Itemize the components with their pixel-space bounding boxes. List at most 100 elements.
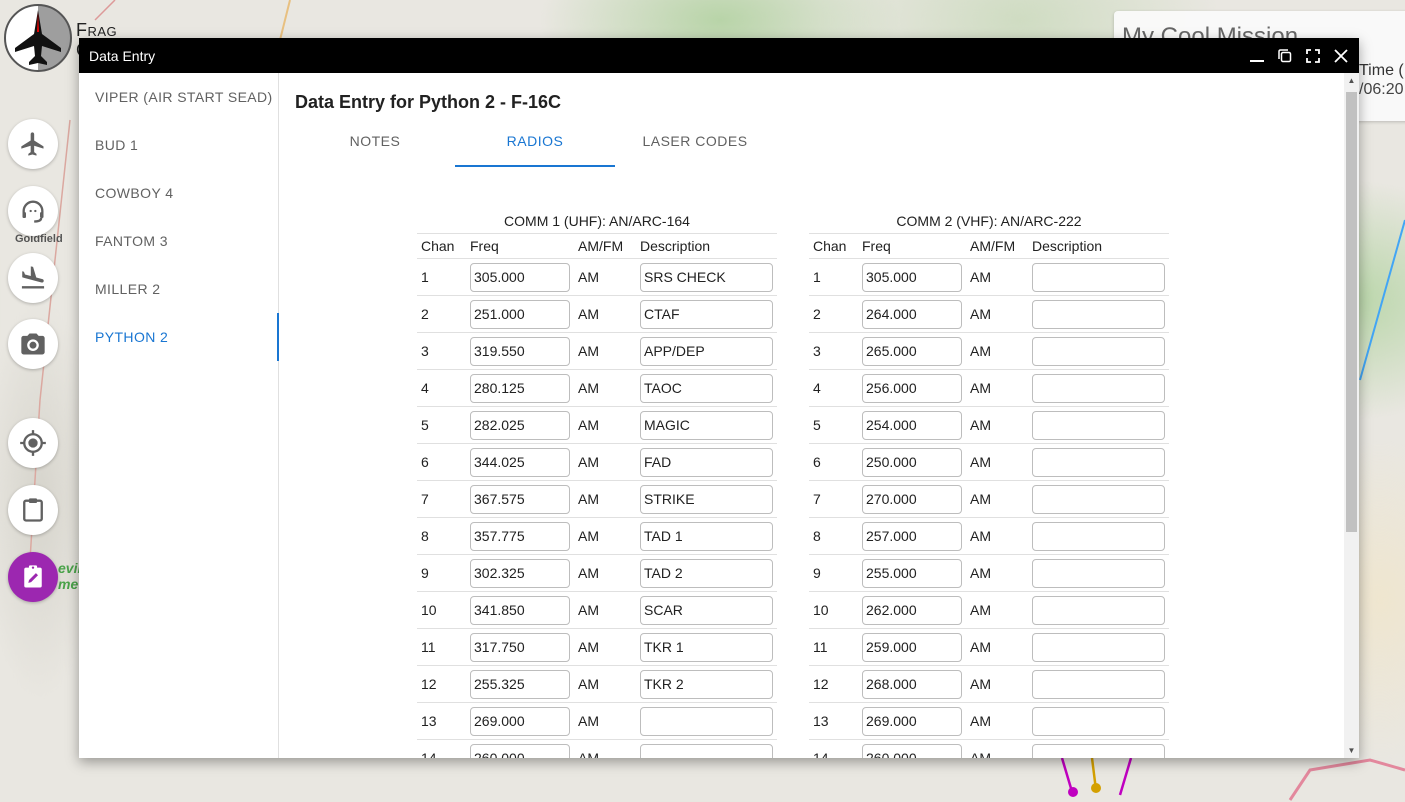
frequency-input[interactable] [862,299,962,329]
frequency-input[interactable] [470,373,570,403]
tab-label: RADIOS [506,133,564,149]
description-input[interactable] [640,706,773,736]
flight-item-python-2[interactable]: PYTHON 2 [79,313,279,361]
frequency-input[interactable] [862,521,962,551]
frequency-input[interactable] [862,373,962,403]
description-input[interactable] [1032,706,1165,736]
channel-row: 13 AM [809,702,1169,740]
frequency-input[interactable] [470,595,570,625]
description-input[interactable] [640,299,773,329]
app-logo[interactable] [4,4,72,72]
frequency-input[interactable] [470,262,570,292]
frequency-input[interactable] [470,632,570,662]
dialog-titlebar[interactable]: Data Entry [79,38,1359,73]
description-input[interactable] [640,410,773,440]
minimize-button[interactable] [1243,38,1271,73]
description-input[interactable] [1032,410,1165,440]
tab-laser-codes[interactable]: LASER CODES [615,117,775,165]
description-input[interactable] [1032,299,1165,329]
description-input[interactable] [640,558,773,588]
channel-row: 12 AM [417,665,777,703]
description-input[interactable] [640,743,773,758]
frequency-input[interactable] [862,410,962,440]
header-freq: Freq [858,233,966,259]
frequency-input[interactable] [470,299,570,329]
locate-button[interactable] [8,418,58,468]
description-input[interactable] [640,521,773,551]
frequency-input[interactable] [862,262,962,292]
description-input[interactable] [1032,669,1165,699]
frequency-input[interactable] [470,336,570,366]
flight-item-bud-1[interactable]: BUD 1 [79,121,278,169]
frequency-input[interactable] [862,447,962,477]
modulation: AM [966,702,1028,740]
frequency-input[interactable] [470,558,570,588]
scroll-thumb[interactable] [1346,92,1357,532]
flights-button[interactable] [8,119,58,169]
frequency-input[interactable] [470,706,570,736]
description-input[interactable] [640,632,773,662]
channel-row: 10 AM [417,591,777,629]
frequency-input[interactable] [470,410,570,440]
frequency-input[interactable] [862,632,962,662]
flight-item-label: VIPER (AIR START SEAD) [95,89,273,105]
fullscreen-button[interactable] [1299,38,1327,73]
description-input[interactable] [640,595,773,625]
scroll-up-arrow-icon[interactable]: ▲ [1344,73,1359,88]
description-input[interactable] [640,447,773,477]
channel-number: 7 [809,480,858,518]
frequency-input[interactable] [862,706,962,736]
flight-item-miller-2[interactable]: MILLER 2 [79,265,278,313]
description-input[interactable] [1032,743,1165,758]
flight-item-fantom-3[interactable]: FANTOM 3 [79,217,278,265]
screenshot-button[interactable] [8,319,58,369]
frequency-input[interactable] [862,336,962,366]
channel-row: 12 AM [809,665,1169,703]
description-input[interactable] [1032,632,1165,662]
briefing-button[interactable] [8,485,58,535]
frequency-input[interactable] [470,743,570,758]
description-input[interactable] [640,336,773,366]
description-input[interactable] [1032,336,1165,366]
frequency-input[interactable] [470,669,570,699]
comms-button[interactable] [8,186,58,236]
header-mode: AM/FM [574,233,636,259]
tab-radios[interactable]: RADIOS [455,117,615,167]
restore-button[interactable] [1271,38,1299,73]
frequency-input[interactable] [470,447,570,477]
frequency-input[interactable] [862,669,962,699]
vertical-scrollbar[interactable]: ▲ ▼ [1344,73,1359,758]
airfields-button[interactable] [8,253,58,303]
channel-number: 1 [809,258,858,296]
description-input[interactable] [640,373,773,403]
tab-notes[interactable]: NOTES [295,117,455,165]
description-input[interactable] [1032,373,1165,403]
channel-number: 2 [809,295,858,333]
data-entry-button[interactable] [8,552,58,602]
channel-row: 1 AM [809,258,1169,296]
description-input[interactable] [1032,447,1165,477]
description-input[interactable] [640,669,773,699]
flight-item-viper[interactable]: VIPER (AIR START SEAD) [79,73,278,121]
flight-item-cowboy-4[interactable]: COWBOY 4 [79,169,278,217]
description-input[interactable] [1032,262,1165,292]
scroll-down-arrow-icon[interactable]: ▼ [1344,743,1359,758]
frequency-input[interactable] [470,484,570,514]
modulation: AM [966,739,1028,758]
description-input[interactable] [1032,521,1165,551]
description-input[interactable] [640,484,773,514]
channel-row: 3 AM [809,332,1169,370]
frequency-input[interactable] [862,558,962,588]
frequency-input[interactable] [862,484,962,514]
description-input[interactable] [1032,484,1165,514]
description-input[interactable] [640,262,773,292]
frequency-input[interactable] [470,521,570,551]
description-input[interactable] [1032,595,1165,625]
channel-number: 14 [809,739,858,758]
description-input[interactable] [1032,558,1165,588]
tab-label: LASER CODES [642,133,748,149]
frequency-input[interactable] [862,743,962,758]
frequency-input[interactable] [862,595,962,625]
channel-number: 5 [809,406,858,444]
close-button[interactable] [1327,38,1355,73]
